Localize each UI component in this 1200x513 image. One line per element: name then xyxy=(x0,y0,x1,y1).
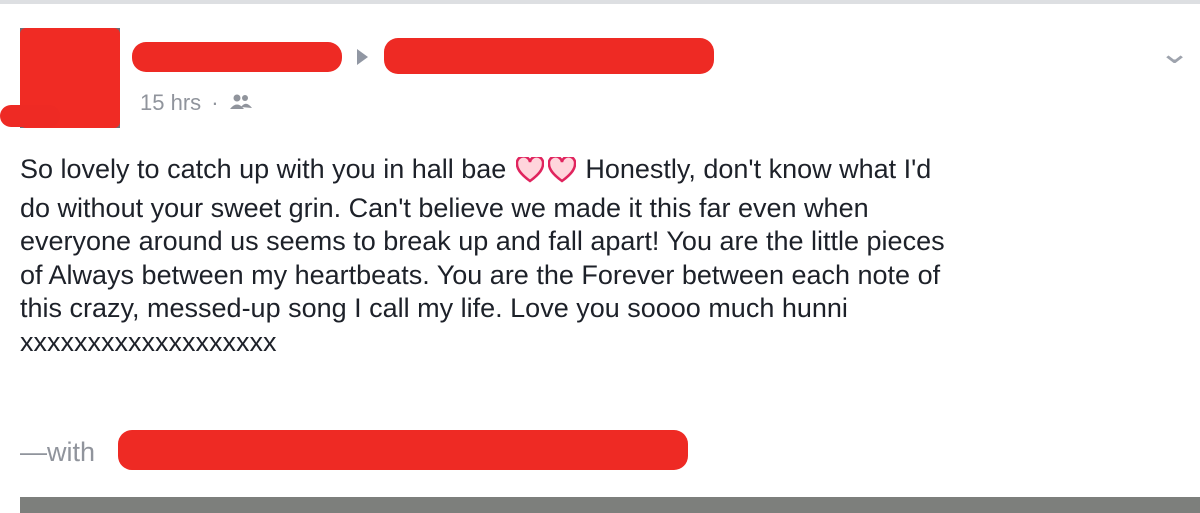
heart-icon xyxy=(547,155,577,192)
friends-icon[interactable] xyxy=(229,91,253,117)
tagged-name-redaction[interactable] xyxy=(118,430,688,470)
post-body: So lovely to catch up with you in hall b… xyxy=(20,153,1190,359)
heart-icon xyxy=(515,155,545,192)
post-body-xs: xxxxxxxxxxxxxxxxxxx xyxy=(20,326,277,357)
post-body-part1: So lovely to catch up with you in hall b… xyxy=(20,154,507,184)
recipient-name-redaction[interactable] xyxy=(384,38,714,74)
post-meta: 15 hrs · xyxy=(140,90,253,117)
timestamp[interactable]: 15 hrs xyxy=(140,90,201,115)
arrow-right-icon xyxy=(357,49,368,65)
meta-separator: · xyxy=(211,90,219,115)
top-border xyxy=(0,0,1200,4)
author-name-redaction[interactable] xyxy=(132,42,342,72)
avatar-scribble-overflow xyxy=(0,105,60,127)
chevron-down-icon[interactable]: ⌄ xyxy=(1158,36,1191,71)
tagged-with-label: —with xyxy=(20,437,96,467)
post-photo[interactable] xyxy=(20,497,1200,513)
